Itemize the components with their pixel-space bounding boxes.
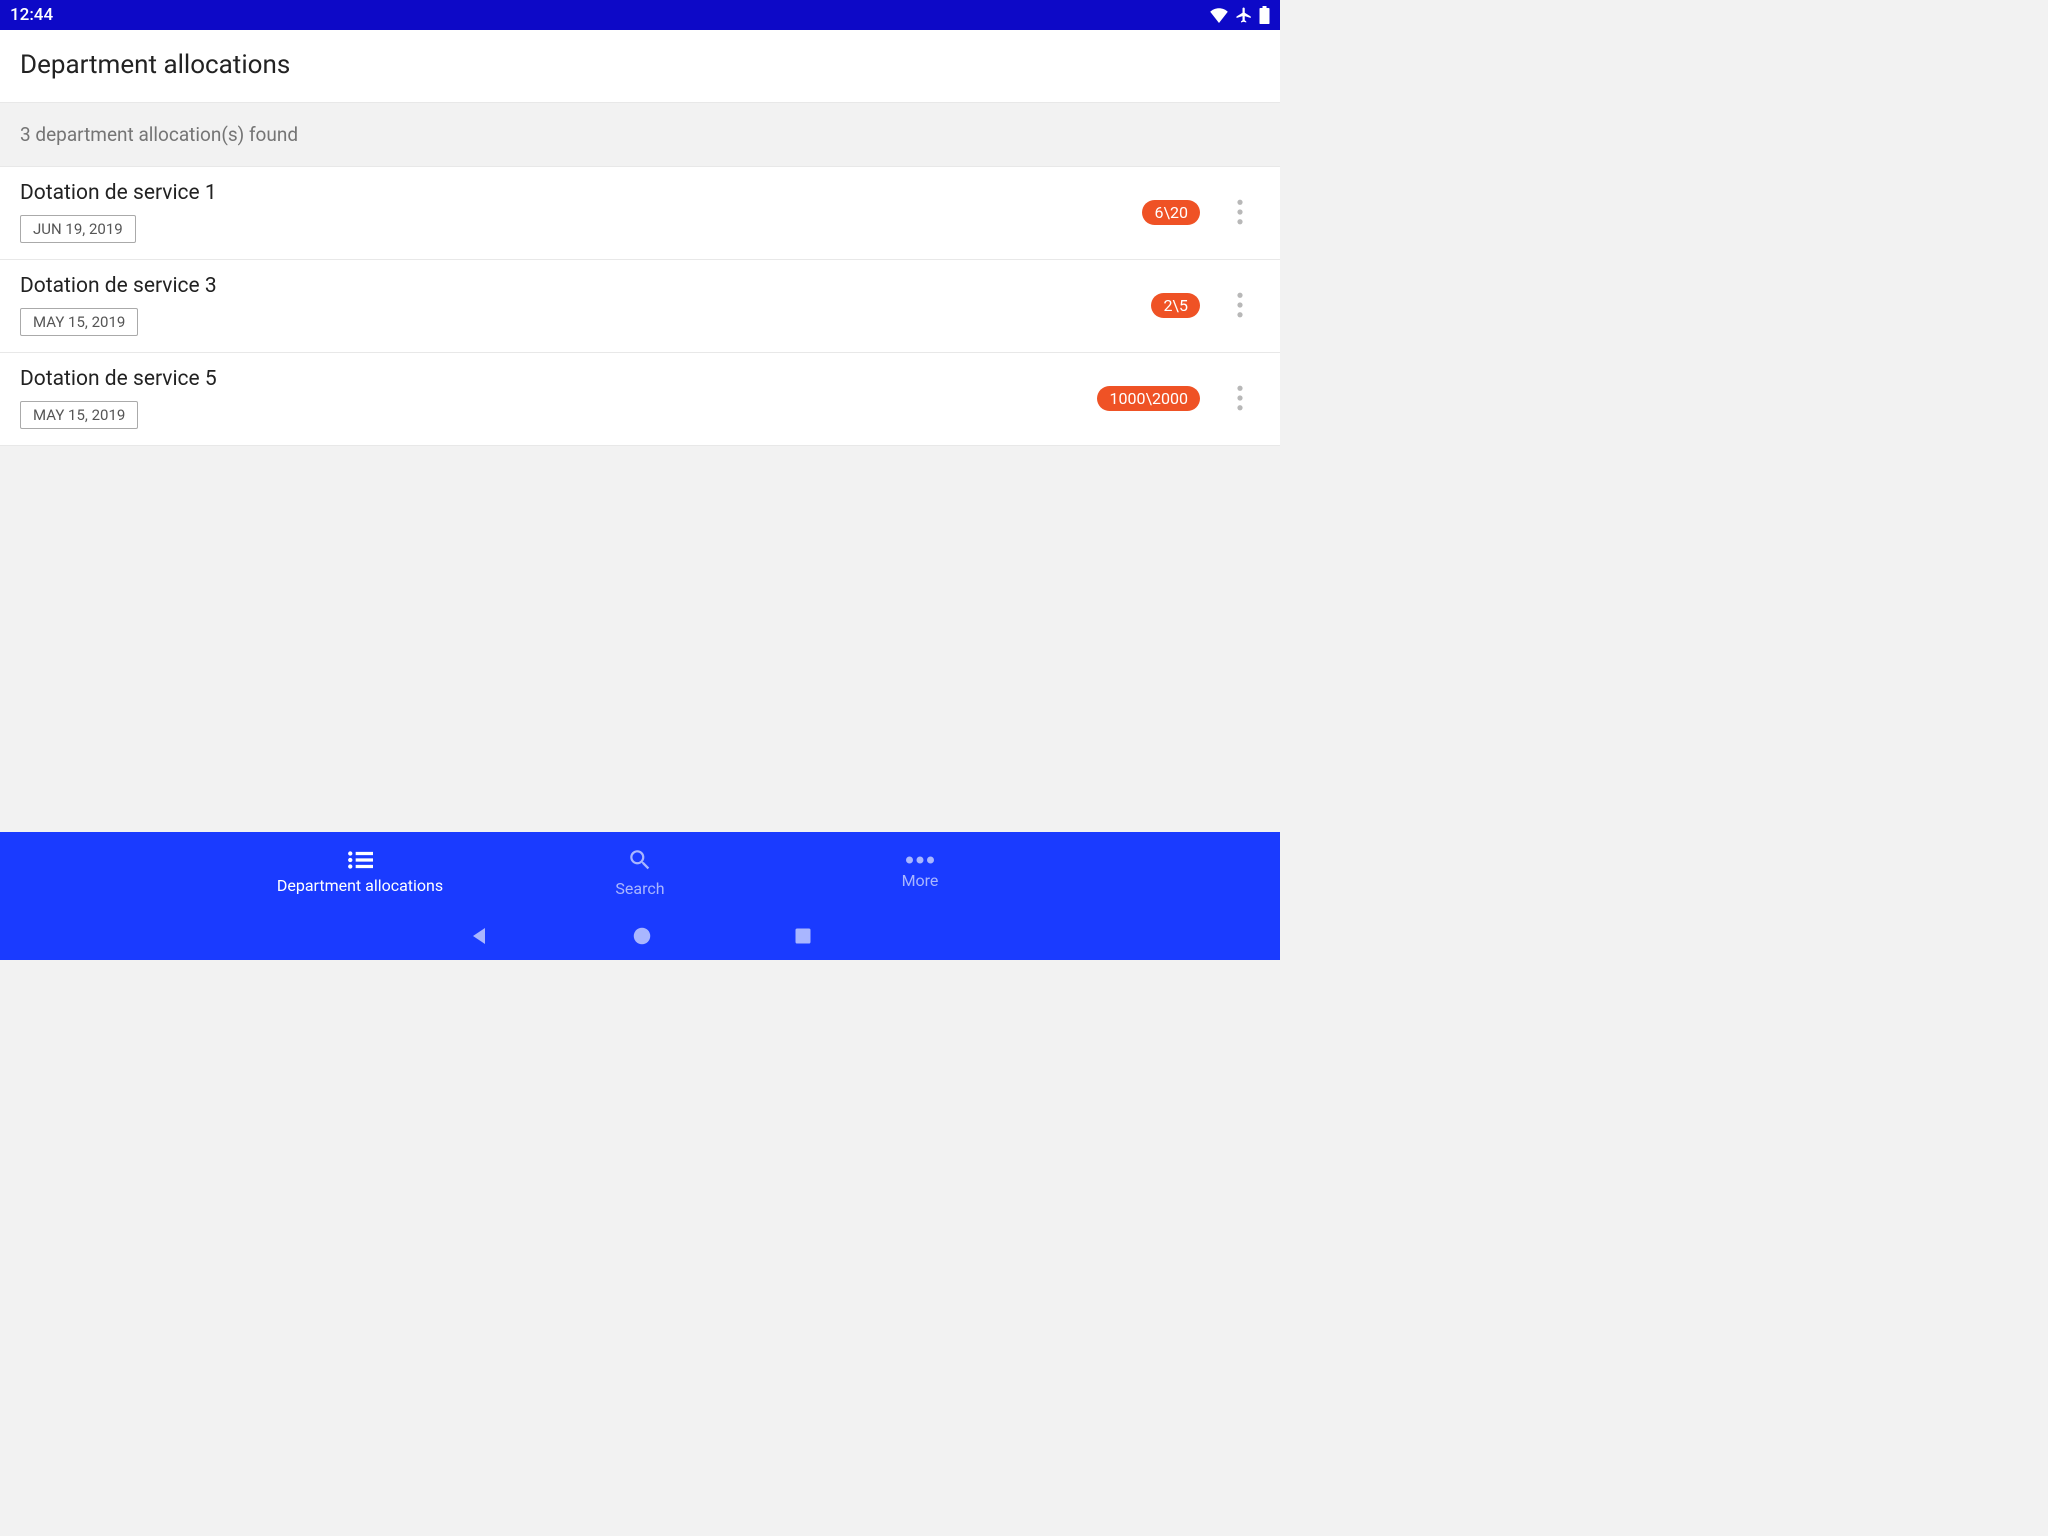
more-horiz-icon [906, 855, 934, 865]
back-icon[interactable] [467, 924, 491, 948]
nav-search[interactable]: Search [550, 847, 730, 898]
list-icon [347, 850, 373, 870]
wifi-icon [1209, 7, 1229, 23]
list-item-title: Dotation de service 5 [20, 367, 1081, 391]
page-title: Department allocations [20, 50, 1260, 80]
list-item-title: Dotation de service 1 [20, 181, 1126, 205]
allocation-list: Dotation de service 1 JUN 19, 2019 6\20 … [0, 167, 1280, 446]
empty-area [0, 446, 1280, 832]
status-time: 12:44 [10, 5, 53, 25]
recents-icon[interactable] [793, 926, 813, 946]
bottom-nav: Department allocations Search More [0, 832, 1280, 912]
count-badge: 6\20 [1142, 200, 1200, 225]
battery-icon [1259, 6, 1270, 24]
nav-label: Search [615, 879, 664, 898]
nav-label: More [902, 871, 939, 890]
list-item-content: Dotation de service 1 JUN 19, 2019 [20, 181, 1126, 243]
status-icons [1209, 6, 1270, 24]
search-icon [627, 847, 653, 873]
result-count-text: 3 department allocation(s) found [20, 123, 298, 146]
home-icon[interactable] [631, 925, 653, 947]
status-bar: 12:44 [0, 0, 1280, 30]
nav-more[interactable]: More [830, 855, 1010, 890]
more-vert-icon[interactable] [1220, 378, 1260, 418]
list-item[interactable]: Dotation de service 3 MAY 15, 2019 2\5 [0, 260, 1280, 353]
airplane-icon [1235, 6, 1253, 24]
date-chip[interactable]: JUN 19, 2019 [20, 215, 136, 243]
count-badge: 1000\2000 [1097, 386, 1200, 411]
list-item[interactable]: Dotation de service 5 MAY 15, 2019 1000\… [0, 353, 1280, 446]
list-item[interactable]: Dotation de service 1 JUN 19, 2019 6\20 [0, 167, 1280, 260]
list-item-title: Dotation de service 3 [20, 274, 1135, 298]
more-vert-icon[interactable] [1220, 192, 1260, 232]
app-bar: Department allocations [0, 30, 1280, 103]
date-chip[interactable]: MAY 15, 2019 [20, 401, 138, 429]
system-nav-bar [0, 912, 1280, 960]
list-item-content: Dotation de service 5 MAY 15, 2019 [20, 367, 1081, 429]
list-item-content: Dotation de service 3 MAY 15, 2019 [20, 274, 1135, 336]
more-vert-icon[interactable] [1220, 285, 1260, 325]
nav-department-allocations[interactable]: Department allocations [270, 850, 450, 895]
date-chip[interactable]: MAY 15, 2019 [20, 308, 138, 336]
result-count-banner: 3 department allocation(s) found [0, 103, 1280, 167]
nav-label: Department allocations [277, 876, 443, 895]
count-badge: 2\5 [1151, 293, 1200, 318]
